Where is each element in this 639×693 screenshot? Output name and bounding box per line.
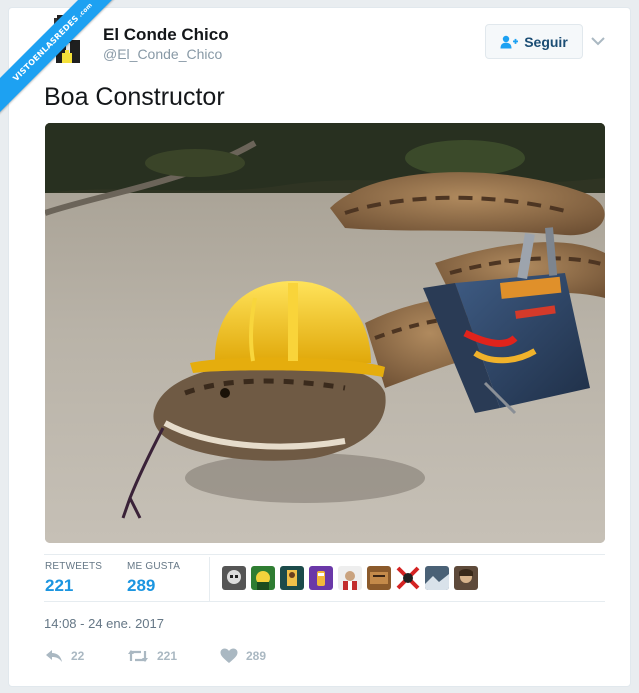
snake-hardhat-toolbelt-photo (45, 123, 605, 543)
chevron-down-icon[interactable] (590, 34, 606, 48)
reply-icon (46, 650, 62, 662)
liker-avatar[interactable] (222, 566, 246, 590)
retweets-value: 221 (45, 576, 74, 595)
like-button[interactable]: 289 (220, 648, 290, 664)
like-count: 289 (246, 649, 267, 663)
watermark-text: VISTOENLASREDES (11, 13, 81, 83)
follow-button-label: Seguir (524, 33, 568, 50)
liker-avatar[interactable] (280, 566, 304, 590)
retweet-button[interactable]: 221 (127, 649, 212, 663)
liker-avatar[interactable] (367, 566, 391, 590)
watermark-suffix: .com (76, 1, 94, 19)
retweet-icon (128, 650, 148, 662)
retweets-label: RETWEETS (45, 561, 103, 572)
author-handle[interactable]: @El_Conde_Chico (103, 46, 222, 62)
liker-avatar[interactable] (396, 566, 420, 590)
tweet-photo[interactable] (45, 123, 605, 543)
liker-avatar[interactable] (251, 566, 275, 590)
stats-separator (209, 557, 210, 601)
retweet-count: 221 (157, 649, 178, 663)
liker-avatar[interactable] (309, 566, 333, 590)
timestamp[interactable]: 14:08 - 24 ene. 2017 (44, 616, 164, 631)
likes-stat[interactable]: ME GUSTA 289 (127, 561, 180, 596)
action-bar: 22 221 289 (45, 648, 290, 664)
liker-avatar[interactable] (425, 566, 449, 590)
liker-avatar[interactable] (454, 566, 478, 590)
author-name[interactable]: El Conde Chico (103, 25, 229, 45)
divider-top (44, 554, 605, 555)
liker-avatar[interactable] (338, 566, 362, 590)
divider-bottom (44, 601, 605, 602)
retweets-stat[interactable]: RETWEETS 221 (45, 561, 102, 596)
liker-avatars (222, 566, 478, 590)
add-user-icon (500, 35, 519, 48)
reply-count: 22 (71, 649, 85, 663)
likes-label: ME GUSTA (127, 561, 181, 572)
follow-button[interactable]: Seguir (485, 24, 583, 59)
likes-value: 289 (127, 576, 156, 595)
reply-button[interactable]: 22 (45, 649, 115, 663)
watermark-ribbon: VISTOENLASREDES.com (0, 0, 120, 120)
heart-icon (220, 648, 238, 663)
